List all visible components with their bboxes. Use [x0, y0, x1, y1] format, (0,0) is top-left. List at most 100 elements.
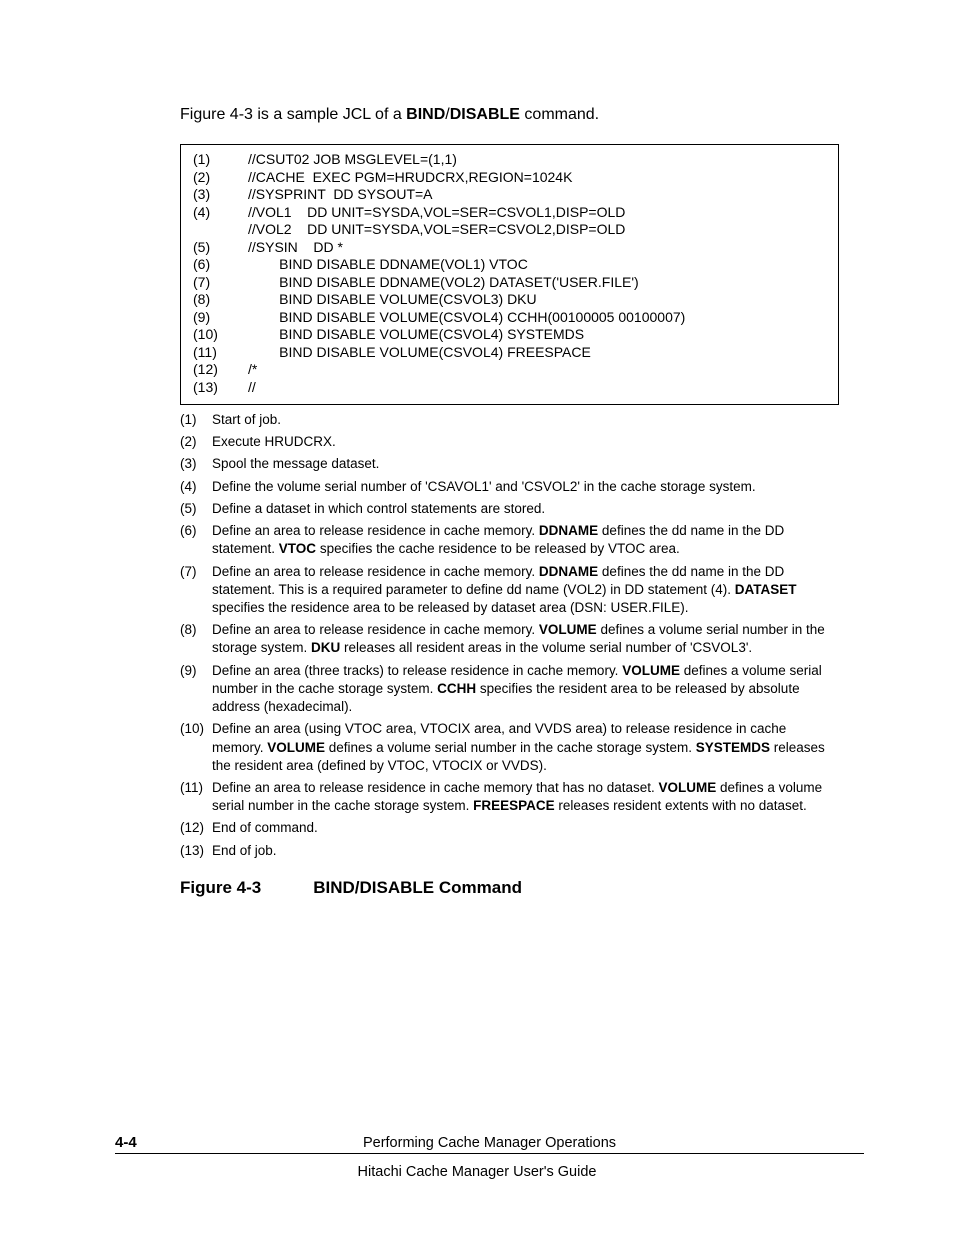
note-keyword: DKU	[311, 640, 340, 655]
note-text-segment: releases all resident areas in the volum…	[340, 640, 752, 655]
note-text-segment: specifies the cache residence to be rele…	[316, 541, 680, 556]
code-line: (9) BIND DISABLE VOLUME(CSVOL4) CCHH(001…	[193, 309, 826, 327]
code-line-number: (12)	[193, 361, 248, 379]
code-line-text: BIND DISABLE VOLUME(CSVOL3) DKU	[248, 291, 537, 309]
code-line: (2)//CACHE EXEC PGM=HRUDCRX,REGION=1024K	[193, 169, 826, 187]
code-line-text: BIND DISABLE DDNAME(VOL2) DATASET('USER.…	[248, 274, 639, 292]
note-text: Define an area to release residence in c…	[212, 621, 839, 657]
code-line-number: (13)	[193, 379, 248, 397]
note-item: (12)End of command.	[180, 819, 839, 837]
code-line-number: (1)	[193, 151, 248, 169]
code-line-text: //VOL1 DD UNIT=SYSDA,VOL=SER=CSVOL1,DISP…	[248, 204, 625, 222]
code-line-text: //CACHE EXEC PGM=HRUDCRX,REGION=1024K	[248, 169, 572, 187]
code-line-text: //SYSPRINT DD SYSOUT=A	[248, 186, 433, 204]
figure-title: BIND/DISABLE Command	[313, 878, 522, 897]
note-item: (5)Define a dataset in which control sta…	[180, 500, 839, 518]
code-line-text: BIND DISABLE VOLUME(CSVOL4) CCHH(0010000…	[248, 309, 685, 327]
note-text: End of job.	[212, 842, 839, 860]
note-number: (9)	[180, 662, 212, 717]
code-line: (1)//CSUT02 JOB MSGLEVEL=(1,1)	[193, 151, 826, 169]
code-line: //VOL2 DD UNIT=SYSDA,VOL=SER=CSVOL2,DISP…	[193, 221, 826, 239]
page: Figure 4-3 is a sample JCL of a BIND/DIS…	[0, 0, 954, 1235]
note-number: (1)	[180, 411, 212, 429]
note-number: (13)	[180, 842, 212, 860]
jcl-code-box: (1)//CSUT02 JOB MSGLEVEL=(1,1)(2)//CACHE…	[180, 144, 839, 405]
note-text: Define an area to release residence in c…	[212, 779, 839, 815]
code-line: (12)/*	[193, 361, 826, 379]
note-item: (6)Define an area to release residence i…	[180, 522, 839, 558]
note-text-segment: Start of job.	[212, 412, 281, 427]
code-line-text: /*	[248, 361, 257, 379]
note-text-segment: End of command.	[212, 820, 318, 835]
note-keyword: VOLUME	[267, 740, 325, 755]
code-line-text: //VOL2 DD UNIT=SYSDA,VOL=SER=CSVOL2,DISP…	[248, 221, 625, 239]
code-line-number: (7)	[193, 274, 248, 292]
note-text-segment: Spool the message dataset.	[212, 456, 379, 471]
footer-line: 4-4 Performing Cache Manager Operations	[115, 1134, 864, 1154]
note-text: Define an area (using VTOC area, VTOCIX …	[212, 720, 839, 775]
page-number: 4-4	[115, 1134, 315, 1151]
note-text-segment: Define an area to release residence in c…	[212, 523, 539, 538]
code-line-number: (2)	[193, 169, 248, 187]
note-text-segment: Define an area to release residence in c…	[212, 780, 659, 795]
intro-bold-bind: BIND	[406, 106, 445, 123]
note-keyword: VOLUME	[622, 663, 680, 678]
note-text-segment: defines a volume serial number in the ca…	[325, 740, 696, 755]
note-item: (9)Define an area (three tracks) to rele…	[180, 662, 839, 717]
note-text-segment: Define the volume serial number of 'CSAV…	[212, 479, 756, 494]
code-line-number: (11)	[193, 344, 248, 362]
code-line: (8) BIND DISABLE VOLUME(CSVOL3) DKU	[193, 291, 826, 309]
code-line: (5)//SYSIN DD *	[193, 239, 826, 257]
code-line-text: BIND DISABLE VOLUME(CSVOL4) SYSTEMDS	[248, 326, 584, 344]
note-keyword: VTOC	[279, 541, 316, 556]
note-keyword: FREESPACE	[473, 798, 555, 813]
figure-number: Figure 4-3	[180, 878, 261, 897]
note-keyword: SYSTEMDS	[696, 740, 770, 755]
code-line-number: (5)	[193, 239, 248, 257]
code-line-number: (4)	[193, 204, 248, 222]
note-item: (7)Define an area to release residence i…	[180, 563, 839, 618]
note-keyword: DDNAME	[539, 523, 598, 538]
note-number: (4)	[180, 478, 212, 496]
code-line-text: BIND DISABLE DDNAME(VOL1) VTOC	[248, 256, 528, 274]
note-text-segment: Define an area (three tracks) to release…	[212, 663, 622, 678]
note-item: (2)Execute HRUDCRX.	[180, 433, 839, 451]
note-text-segment: Execute HRUDCRX.	[212, 434, 336, 449]
code-line: (4)//VOL1 DD UNIT=SYSDA,VOL=SER=CSVOL1,D…	[193, 204, 826, 222]
note-text-segment: Define an area to release residence in c…	[212, 622, 539, 637]
note-keyword: VOLUME	[659, 780, 717, 795]
code-line-number: (10)	[193, 326, 248, 344]
code-line: (13)//	[193, 379, 826, 397]
note-item: (1)Start of job.	[180, 411, 839, 429]
note-item: (8)Define an area to release residence i…	[180, 621, 839, 657]
note-text: Define an area to release residence in c…	[212, 563, 839, 618]
note-item: (11)Define an area to release residence …	[180, 779, 839, 815]
note-text: Define an area to release residence in c…	[212, 522, 839, 558]
note-item: (13)End of job.	[180, 842, 839, 860]
code-line: (10) BIND DISABLE VOLUME(CSVOL4) SYSTEMD…	[193, 326, 826, 344]
note-number: (3)	[180, 455, 212, 473]
note-text: End of command.	[212, 819, 839, 837]
note-text: Start of job.	[212, 411, 839, 429]
note-number: (12)	[180, 819, 212, 837]
note-number: (10)	[180, 720, 212, 775]
note-number: (11)	[180, 779, 212, 815]
note-number: (5)	[180, 500, 212, 518]
note-keyword: DDNAME	[539, 564, 598, 579]
code-line-text: BIND DISABLE VOLUME(CSVOL4) FREESPACE	[248, 344, 591, 362]
note-text: Execute HRUDCRX.	[212, 433, 839, 451]
note-text: Spool the message dataset.	[212, 455, 839, 473]
note-text: Define a dataset in which control statem…	[212, 500, 839, 518]
note-text: Define an area (three tracks) to release…	[212, 662, 839, 717]
intro-bold-disable: DISABLE	[450, 106, 520, 123]
figure-caption: Figure 4-3 BIND/DISABLE Command	[180, 878, 839, 898]
note-number: (2)	[180, 433, 212, 451]
note-number: (6)	[180, 522, 212, 558]
note-keyword: VOLUME	[539, 622, 597, 637]
note-item: (10)Define an area (using VTOC area, VTO…	[180, 720, 839, 775]
code-line: (7) BIND DISABLE DDNAME(VOL2) DATASET('U…	[193, 274, 826, 292]
footer-guide-title: Hitachi Cache Manager User's Guide	[0, 1164, 954, 1180]
note-text-segment: specifies the residence area to be relea…	[212, 600, 689, 615]
note-text-segment: End of job.	[212, 843, 277, 858]
note-item: (4)Define the volume serial number of 'C…	[180, 478, 839, 496]
